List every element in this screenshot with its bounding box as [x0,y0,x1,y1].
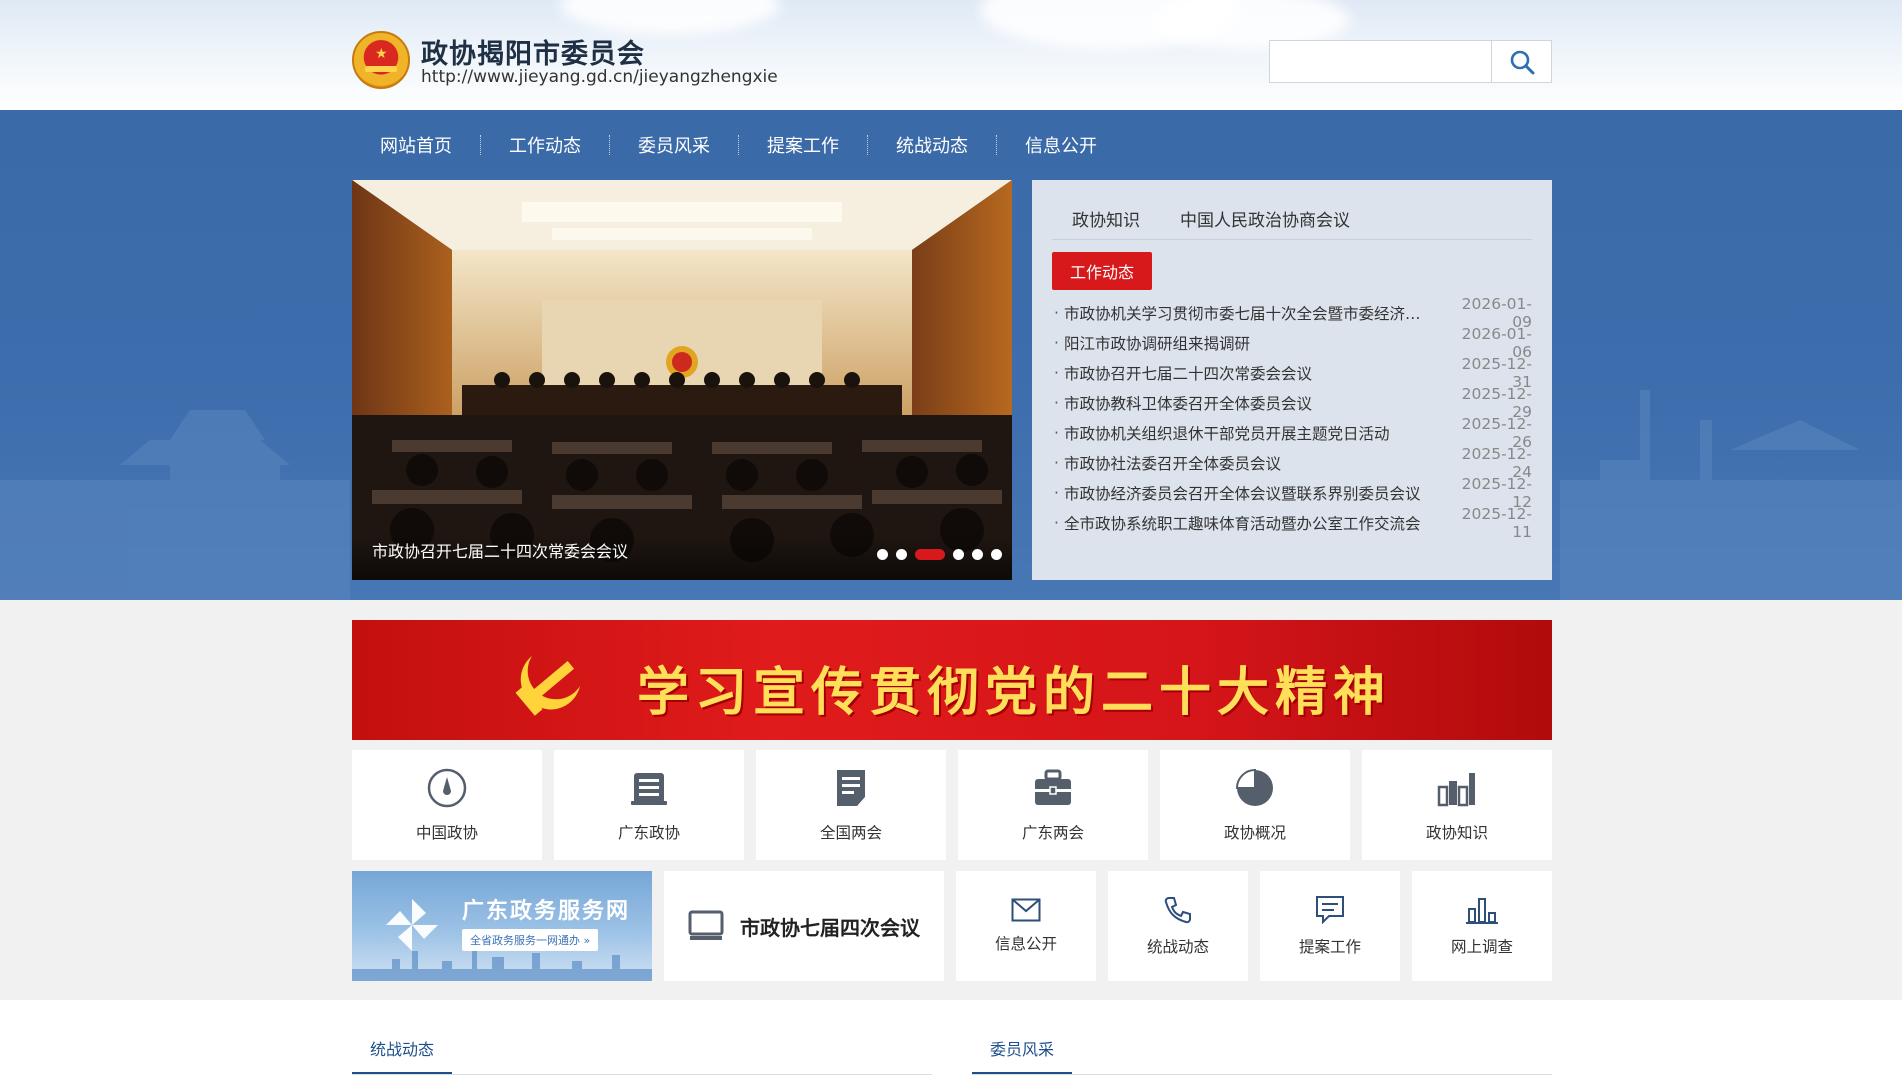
bottom-sections: 统战动态 委员风采 [0,1000,1902,1080]
tile-label: 网上调查 [1450,938,1513,956]
party-spirit-banner[interactable]: 学习宣传贯彻党的二十大精神 [352,620,1552,740]
conference-link[interactable]: 市政协七届四次会议 [664,871,944,981]
briefcase-icon [1035,769,1071,805]
list-item[interactable]: · 阳江市政协调研组来揭调研 2026-01-06 [1054,325,1532,361]
slider-dot[interactable] [991,549,1002,560]
list-item[interactable]: · 市政协教科卫体委召开全体委员会议 2025-12-29 [1054,385,1532,421]
cppcc-emblem-logo[interactable]: ★ [352,31,410,89]
tile-guangdong-cppcc[interactable]: 广东政协 [554,750,744,860]
site-header: ★ 政协揭阳市委员会 http://www.jieyang.gd.cn/jiey… [0,0,1902,110]
header-cloud-decoration [560,0,780,35]
knowledge-tabs: 政协知识 中国人民政治协商会议 [1052,200,1532,240]
tile-united-front[interactable]: 统战动态 [1108,871,1248,981]
hammer-sickle-icon [515,656,580,716]
tile-label: 广东政协 [617,824,680,842]
slider-dot[interactable] [953,549,964,560]
news-panel: 政协知识 中国人民政治协商会议 工作动态 · 市政协机关学习贯彻市委七届十次全会暨… [1032,180,1552,580]
main-nav: 网站首页 工作动态 委员风采 提案工作 统战动态 信息公开 [352,110,1125,180]
document-icon [837,770,865,806]
news-title[interactable]: 阳江市政协调研组来揭调研 [1064,332,1442,354]
tile-label: 中国政协 [415,824,478,842]
tile-label: 信息公开 [994,935,1057,953]
quick-links-row-1: 中国政协 广东政协 全国两会 广东两会 政协概况 政协知识 [352,750,1552,860]
nav-item-united-front[interactable]: 统战动态 [868,132,996,158]
tile-label: 提案工作 [1298,938,1361,956]
news-title[interactable]: 市政协社法委召开全体委员会议 [1064,452,1442,474]
gov-service-subtitle: 全省政务服务一网通办 » [462,929,599,951]
news-date: 2025-12-11 [1461,505,1532,541]
nav-item-members[interactable]: 委员风采 [610,132,738,158]
list-item[interactable]: · 市政协经济委员会召开全体会议暨联系界别委员会议 2025-12-12 [1054,475,1532,511]
news-list: ·市政协机关学习贯彻市委七届十次全会暨市委经济工作会议精神2026-01-09 … [1054,295,1532,541]
slider-dot[interactable] [896,549,907,560]
quick-links-row-2: 广东政务服务网 全省政务服务一网通办 » 市政协七届四次会议 信息公开 统战动态… [352,871,1552,981]
news-title[interactable]: 市政协教科卫体委召开全体委员会议 [1064,392,1442,414]
news-title[interactable]: 市政协机关学习贯彻市委七届十次全会暨市委经济工作会议精神 [1064,302,1442,324]
conference-label: 市政协七届四次会议 [740,915,920,940]
tile-cppcc-overview[interactable]: 政协概况 [1160,750,1350,860]
tile-label: 广东两会 [1021,824,1084,842]
section-divider [352,1074,932,1075]
image-slider[interactable]: 市政协召开七届二十四次常委会会议 [352,180,1012,580]
mail-icon [1011,898,1041,922]
tile-national-two-sessions[interactable]: 全国两会 [756,750,946,860]
bar-chart-icon [1437,773,1475,807]
list-item[interactable]: · 市政协机关组织退休干部党员开展主题党日活动 2025-12-26 [1054,415,1532,451]
nav-item-home[interactable]: 网站首页 [352,132,480,158]
section-divider [972,1074,1552,1075]
tab-work-news[interactable]: 工作动态 [1052,252,1152,290]
section-title-united-front[interactable]: 统战动态 [352,1030,453,1075]
tile-label: 政协知识 [1425,824,1488,842]
pie-chart-icon [1235,768,1273,806]
search-input[interactable] [1270,41,1491,82]
section-title-members[interactable]: 委员风采 [972,1030,1073,1075]
news-title[interactable]: 市政协经济委员会召开全体会议暨联系界别委员会议 [1064,482,1442,504]
slider-dot-active[interactable] [915,549,945,560]
nav-item-work-news[interactable]: 工作动态 [481,132,609,158]
monitor-icon [688,910,724,940]
survey-chart-icon [1466,898,1498,924]
banner-slogan: 学习宣传贯彻党的二十大精神 [637,662,1392,723]
tile-proposals[interactable]: 提案工作 [1260,871,1400,981]
hero-band: 网站首页 工作动态 委员风采 提案工作 统战动态 信息公开 市政协召开七届二十四… [0,110,1902,600]
list-item[interactable]: · 市政协社法委召开全体委员会议 2025-12-24 [1054,445,1532,481]
news-title[interactable]: 全市政协系统职工趣味体育活动暨办公室工作交流会 [1064,512,1442,534]
tab-cppcc-knowledge[interactable]: 政协知识 [1052,200,1160,239]
phone-icon [1164,897,1191,924]
list-item[interactable]: ·市政协机关学习贯彻市委七届十次全会暨市委经济工作会议精神2026-01-09 [1054,295,1532,331]
tile-info-disclosure[interactable]: 信息公开 [956,871,1096,981]
members-section: 委员风采 [972,1030,1552,1075]
united-front-section: 统战动态 [352,1030,932,1075]
tile-online-survey[interactable]: 网上调查 [1412,871,1552,981]
list-item[interactable]: · 全市政协系统职工趣味体育活动暨办公室工作交流会 2025-12-11 [1054,505,1532,541]
slide-caption[interactable]: 市政协召开七届二十四次常委会会议 [372,538,628,562]
conference-photo [352,180,1012,580]
tile-cppcc-knowledge[interactable]: 政协知识 [1362,750,1552,860]
tile-label: 统战动态 [1146,938,1209,956]
compass-icon [427,768,467,808]
tile-china-cppcc[interactable]: 中国政协 [352,750,542,860]
slider-dots [877,549,1002,560]
nav-item-proposals[interactable]: 提案工作 [739,132,867,158]
tile-label: 政协概况 [1223,824,1286,842]
tab-cppcc-conference[interactable]: 中国人民政治协商会议 [1160,200,1370,239]
search-button[interactable] [1491,41,1551,82]
chat-icon [1316,896,1344,925]
site-url: http://www.jieyang.gd.cn/jieyangzhengxie [421,67,778,87]
search-icon [1510,50,1534,74]
search-box [1269,40,1552,83]
news-title[interactable]: 市政协机关组织退休干部党员开展主题党日活动 [1064,422,1442,444]
document-stack-icon [631,773,667,805]
slider-dot[interactable] [972,549,983,560]
list-item[interactable]: · 市政协召开七届二十四次常委会会议 2025-12-31 [1054,355,1532,391]
tile-guangdong-two-sessions[interactable]: 广东两会 [958,750,1148,860]
news-title[interactable]: 市政协召开七届二十四次常委会会议 [1064,362,1442,384]
site-title[interactable]: 政协揭阳市委员会 [421,32,645,71]
nav-item-info-disclosure[interactable]: 信息公开 [997,132,1125,158]
gov-service-title: 广东政务服务网 [462,899,631,924]
tile-label: 全国两会 [819,824,882,842]
guangdong-gov-service-link[interactable]: 广东政务服务网 全省政务服务一网通办 » [352,871,652,981]
slider-dot[interactable] [877,549,888,560]
